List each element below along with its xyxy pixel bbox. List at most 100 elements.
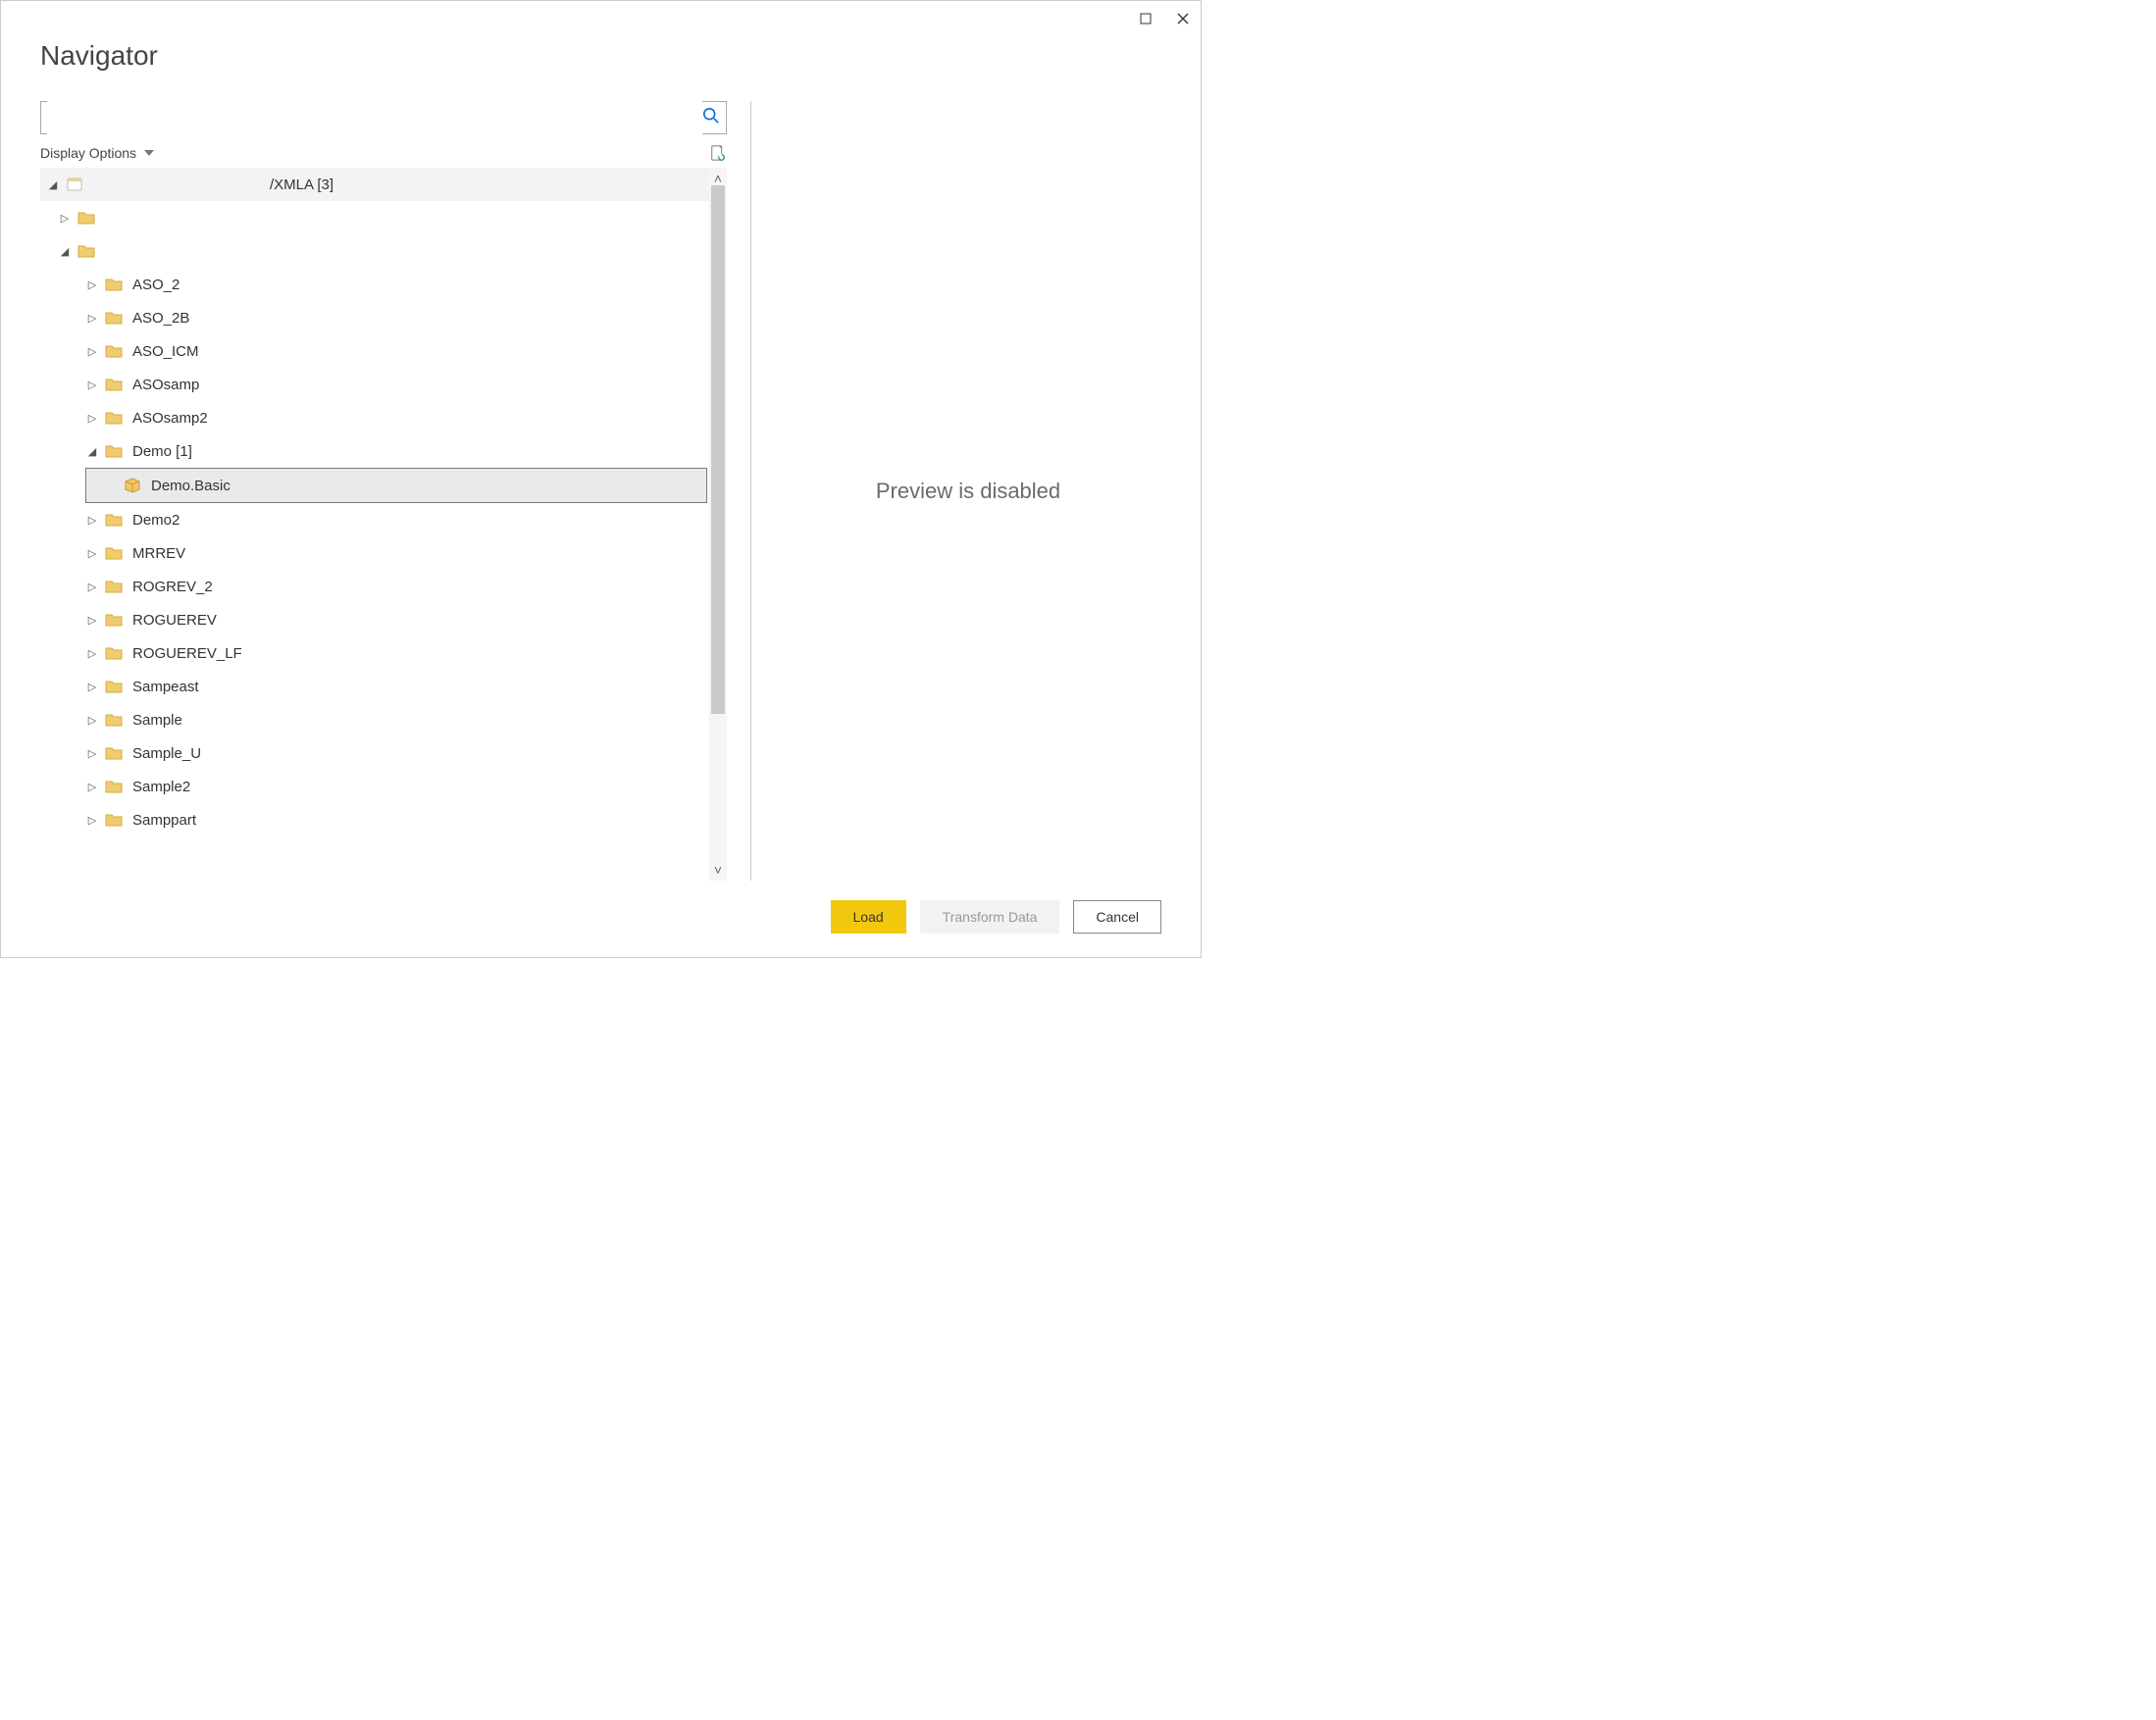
navigator-tree[interactable]: ◢ /XMLA [3] ▷ ◢ [40, 168, 709, 881]
folder-icon [105, 377, 123, 392]
expander-icon[interactable]: ▷ [85, 312, 99, 325]
expander-icon[interactable]: ▷ [85, 547, 99, 560]
tree-item[interactable]: ▷ ASO_2B [40, 301, 709, 334]
tree-item[interactable]: ▷ Demo2 [40, 503, 709, 536]
expander-icon[interactable]: ◢ [58, 245, 72, 258]
database-icon [66, 177, 83, 192]
scroll-up-icon[interactable]: ˄ [714, 172, 722, 185]
expander-icon[interactable]: ▷ [85, 412, 99, 425]
expander-icon[interactable]: ◢ [46, 178, 60, 191]
tree-item[interactable]: ▷ ROGUEREV_LF [40, 636, 709, 670]
folder-icon [105, 745, 123, 761]
tree-item-label: ROGREV_2 [132, 579, 213, 595]
search-box[interactable] [40, 101, 727, 134]
load-button[interactable]: Load [831, 900, 906, 934]
folder-icon [105, 612, 123, 628]
tree-item-selected[interactable]: Demo.Basic [85, 468, 707, 503]
expander-icon[interactable]: ▷ [85, 514, 99, 527]
expander-icon[interactable]: ▷ [85, 747, 99, 760]
tree-item-label: ASOsamp [132, 377, 199, 393]
expander-icon[interactable]: ▷ [85, 581, 99, 593]
dialog-header: Navigator [1, 34, 1201, 101]
folder-icon [105, 410, 123, 426]
pane-divider [750, 101, 751, 881]
display-options-dropdown[interactable]: Display Options [40, 145, 154, 161]
tree-scrollbar[interactable]: ˄ ˅ [709, 168, 727, 881]
folder-icon [105, 310, 123, 326]
folder-icon [105, 712, 123, 728]
tree-item-label: ASOsamp2 [132, 410, 208, 427]
tree-root-label: /XMLA [3] [270, 177, 334, 193]
expander-icon[interactable]: ▷ [85, 614, 99, 627]
folder-icon [105, 443, 123, 459]
tree-item[interactable]: ▷ ASO_2 [40, 268, 709, 301]
tree-item-label: ROGUEREV_LF [132, 645, 242, 662]
tree-item[interactable]: ▷ ASO_ICM [40, 334, 709, 368]
tree-item-label: Demo2 [132, 512, 180, 529]
expander-icon[interactable]: ▷ [85, 814, 99, 827]
display-options-label: Display Options [40, 145, 136, 161]
tree-item-label: ROGUEREV [132, 612, 217, 629]
expander-icon[interactable]: ▷ [85, 379, 99, 391]
tree-item-label: Sample_U [132, 745, 201, 762]
tree-root[interactable]: ◢ /XMLA [3] [40, 168, 709, 201]
dialog-footer: Load Transform Data Cancel [1, 881, 1201, 957]
tree-item[interactable]: ▷ Sample2 [40, 770, 709, 803]
tree-item-demo[interactable]: ◢ Demo [1] [40, 434, 709, 468]
search-input[interactable] [47, 101, 702, 134]
refresh-preview-button[interactable] [709, 144, 727, 162]
tree-item[interactable]: ▷ Sample [40, 703, 709, 736]
folder-icon [105, 779, 123, 794]
folder-icon [105, 545, 123, 561]
tree-item-label: Sample2 [132, 779, 190, 795]
tree-item[interactable]: ▷ Sampeast [40, 670, 709, 703]
dialog-title: Navigator [40, 40, 1161, 72]
tree-item[interactable]: ▷ [40, 201, 709, 234]
tree-item-label: Sampeast [132, 679, 199, 695]
folder-icon [105, 812, 123, 828]
expander-icon[interactable]: ▷ [85, 681, 99, 693]
tree-item-label: ASO_ICM [132, 343, 199, 360]
tree-item-label: ASO_2 [132, 277, 180, 293]
expander-icon[interactable]: ▷ [58, 212, 72, 225]
preview-message: Preview is disabled [876, 479, 1060, 504]
tree-item[interactable]: ▷ MRREV [40, 536, 709, 570]
titlebar [1, 1, 1201, 36]
tree-item[interactable]: ▷ ASOsamp [40, 368, 709, 401]
folder-icon [105, 277, 123, 292]
tree-item[interactable]: ◢ [40, 234, 709, 268]
tree-item[interactable]: ▷ ROGUEREV [40, 603, 709, 636]
folder-icon [105, 679, 123, 694]
tree-item-label: Demo.Basic [151, 478, 231, 494]
tree-item[interactable]: ▷ ASOsamp2 [40, 401, 709, 434]
tree-item[interactable]: ▷ Sample_U [40, 736, 709, 770]
expander-icon[interactable]: ▷ [85, 647, 99, 660]
folder-icon [77, 243, 95, 259]
folder-icon [105, 579, 123, 594]
expander-icon[interactable]: ▷ [85, 781, 99, 793]
scroll-thumb[interactable] [711, 185, 725, 714]
search-icon[interactable] [702, 107, 720, 129]
chevron-down-icon [144, 150, 154, 156]
tree-item[interactable]: ▷ ROGREV_2 [40, 570, 709, 603]
tree-item-label: Demo [1] [132, 443, 192, 460]
cube-icon [124, 478, 141, 493]
maximize-button[interactable] [1138, 11, 1154, 26]
expander-icon[interactable]: ▷ [85, 714, 99, 727]
expander-icon[interactable]: ▷ [85, 278, 99, 291]
left-pane: Display Options ◢ [40, 101, 727, 881]
tree-item-label: ASO_2B [132, 310, 189, 327]
expander-icon[interactable]: ◢ [85, 445, 99, 458]
close-button[interactable] [1175, 11, 1191, 26]
folder-icon [105, 343, 123, 359]
tree-item-label: Samppart [132, 812, 196, 829]
folder-icon [77, 210, 95, 226]
transform-data-button: Transform Data [920, 900, 1060, 934]
expander-icon[interactable]: ▷ [85, 345, 99, 358]
navigator-dialog: Navigator Display Options [0, 0, 1202, 958]
tree-item[interactable]: ▷ Samppart [40, 803, 709, 836]
folder-icon [105, 645, 123, 661]
cancel-button[interactable]: Cancel [1073, 900, 1161, 934]
scroll-track[interactable] [709, 185, 727, 863]
scroll-down-icon[interactable]: ˅ [714, 863, 722, 877]
